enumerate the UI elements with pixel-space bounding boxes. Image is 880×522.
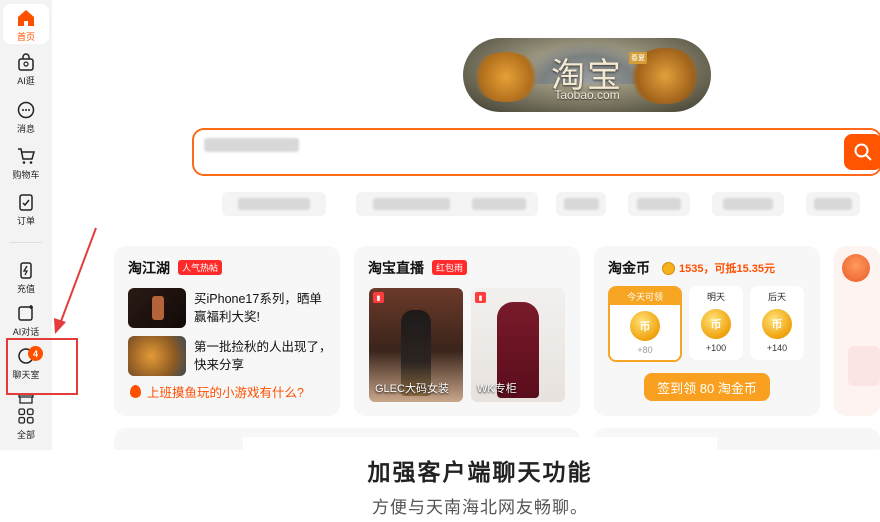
hot-topic-link[interactable]: 上班摸鱼玩的小游戏有什么? xyxy=(130,382,304,401)
day-amount: +140 xyxy=(766,343,788,353)
card-partial[interactable] xyxy=(834,246,880,416)
card-jianghu[interactable]: 淘江湖 人气热帖 买iPhone17系列，晒单赢福利大奖! 第一批捡秋的人出现了… xyxy=(114,246,340,416)
coin-balance-text: 1535，可抵15.35元 xyxy=(679,263,775,275)
checkin-day-today[interactable]: 今天可领 币 +80 xyxy=(608,286,682,362)
live-caption: GLEC大码女装 xyxy=(375,383,449,395)
grid-icon xyxy=(16,406,36,426)
search-button[interactable] xyxy=(844,134,880,170)
logo-domain: Taobao.com xyxy=(554,88,620,102)
sidebar-item-all[interactable]: 全部 xyxy=(3,406,49,441)
hotword[interactable] xyxy=(806,192,860,216)
flame-icon xyxy=(130,385,141,398)
day-label: 今天可领 xyxy=(610,288,680,305)
caption-overlay: 加强客户端聊天功能 方便与天南海北网友畅聊。 xyxy=(243,437,717,522)
hotword[interactable] xyxy=(356,192,466,216)
day-amount: +80 xyxy=(637,345,653,355)
card-live[interactable]: 淘宝直播 红包雨 ▮ GLEC大码女装 ▮ WK专柜 xyxy=(354,246,580,416)
logo-tag: 春夏 xyxy=(629,52,647,64)
hot-post-pill: 人气热帖 xyxy=(178,260,223,275)
card-coins[interactable]: 淘金币 1535，可抵15.35元 今天可领 币 +80 明天 币 +100 后… xyxy=(594,246,820,416)
post-thumbnail[interactable] xyxy=(128,336,186,376)
search-input[interactable] xyxy=(192,128,880,176)
hotword[interactable] xyxy=(628,192,690,216)
card-title: 淘宝直播 xyxy=(368,260,424,276)
day-amount: +100 xyxy=(705,343,727,353)
caption-title: 加强客户端聊天功能 xyxy=(367,459,593,485)
sign-in-button[interactable]: 签到领 80 淘金币 xyxy=(644,373,770,401)
hot-topic-text: 上班摸鱼玩的小游戏有什么? xyxy=(147,386,304,400)
day-label: 后天 xyxy=(767,292,786,302)
hotword[interactable] xyxy=(556,192,606,216)
search-placeholder-blurred xyxy=(204,138,299,152)
day-label: 明天 xyxy=(706,292,725,302)
coin-icon: 币 xyxy=(701,309,731,339)
coin-balance: 1535，可抵15.35元 xyxy=(662,260,775,276)
hotword[interactable] xyxy=(222,192,326,216)
coin-icon: 币 xyxy=(762,309,792,339)
card-title: 淘金币 xyxy=(608,260,650,276)
live-item[interactable]: ▮ WK专柜 xyxy=(471,288,565,402)
red-packet-pill: 红包雨 xyxy=(432,260,468,275)
live-item[interactable]: ▮ GLEC大码女装 xyxy=(369,288,463,402)
hotword[interactable] xyxy=(460,192,538,216)
post-title[interactable]: 买iPhone17系列，晒单赢福利大奖! xyxy=(194,290,334,326)
post-title[interactable]: 第一批捡秋的人出现了，快来分享 xyxy=(194,338,334,374)
taobao-logo[interactable]: 淘宝 春夏 Taobao.com xyxy=(463,38,711,112)
annotation-highlight-box xyxy=(6,338,78,395)
coin-icon xyxy=(662,261,675,275)
hotword[interactable] xyxy=(712,192,784,216)
coin-icon: 币 xyxy=(630,311,660,341)
live-icon: ▮ xyxy=(373,292,384,303)
card-title: 淘江湖 xyxy=(128,260,170,276)
checkin-day-tomorrow[interactable]: 明天 币 +100 xyxy=(689,286,743,360)
sidebar-item-label: 全部 xyxy=(16,430,35,440)
checkin-day-after[interactable]: 后天 币 +140 xyxy=(750,286,804,360)
mascot-icon xyxy=(842,254,870,282)
live-icon: ▮ xyxy=(475,292,486,303)
live-caption: WK专柜 xyxy=(477,383,517,395)
caption-subtitle: 方便与天南海北网友畅聊。 xyxy=(372,498,588,517)
search-icon xyxy=(854,143,872,161)
annotation-arrow xyxy=(54,227,97,334)
post-thumbnail[interactable] xyxy=(128,288,186,328)
